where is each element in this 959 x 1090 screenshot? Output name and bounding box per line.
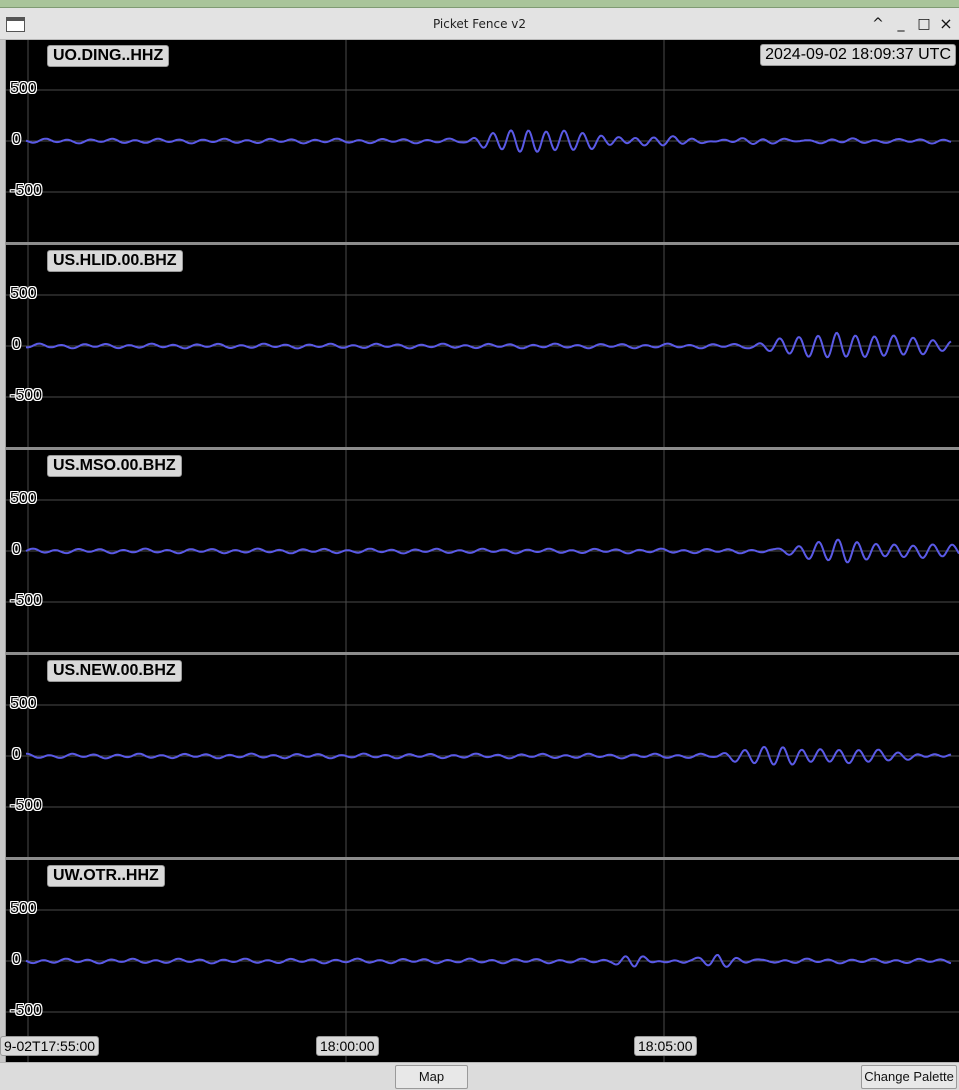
seismogram-plot bbox=[6, 450, 959, 652]
y-tick-label: -500 bbox=[10, 592, 43, 609]
close-icon[interactable]: × bbox=[937, 15, 955, 33]
map-button[interactable]: Map bbox=[395, 1065, 468, 1089]
minimize-icon[interactable]: _ bbox=[892, 15, 910, 33]
waveform-trace bbox=[25, 331, 952, 359]
station-label: US.MSO.00.BHZ bbox=[47, 455, 182, 477]
waveform-trace bbox=[25, 129, 952, 153]
station-label: US.NEW.00.BHZ bbox=[47, 660, 182, 682]
timestamp-label: 2024-09-02 18:09:37 UTC bbox=[760, 44, 956, 66]
seismogram-plot bbox=[6, 40, 959, 242]
y-tick-label: -500 bbox=[10, 182, 43, 199]
seismogram-panel: UO.DING..HHZ 500 0 -500 bbox=[6, 40, 959, 242]
seismogram-plot bbox=[6, 245, 959, 447]
x-tick-label: 18:05:00 bbox=[634, 1036, 697, 1056]
station-label: UW.OTR..HHZ bbox=[47, 865, 165, 887]
y-tick-label: 0 bbox=[12, 131, 21, 148]
bottom-toolbar: Map Change Palette bbox=[0, 1062, 959, 1090]
seismogram-panel: US.MSO.00.BHZ 500 0 -500 bbox=[6, 450, 959, 652]
y-tick-label: 0 bbox=[12, 336, 21, 353]
change-palette-button[interactable]: Change Palette bbox=[861, 1065, 957, 1089]
seismogram-panel: US.HLID.00.BHZ 500 0 -500 bbox=[6, 245, 959, 447]
plot-area: UW.OTR..HHZ 500 0 -500 US.NEW.00.BHZ 500 0 -500… bbox=[0, 40, 959, 1062]
y-tick-label: -500 bbox=[10, 1002, 43, 1019]
x-tick-label: 18:00:00 bbox=[316, 1036, 379, 1056]
seismogram-plot bbox=[6, 655, 959, 857]
y-tick-label: 500 bbox=[10, 900, 37, 917]
y-tick-label: 0 bbox=[12, 746, 21, 763]
y-tick-label: -500 bbox=[10, 797, 43, 814]
maximize-icon[interactable]: □ bbox=[915, 15, 933, 33]
y-tick-label: 500 bbox=[10, 490, 37, 507]
y-tick-label: 0 bbox=[12, 541, 21, 558]
seismogram-panel: US.NEW.00.BHZ 500 0 -500 bbox=[6, 655, 959, 857]
station-label: UO.DING..HHZ bbox=[47, 45, 170, 67]
y-tick-label: 500 bbox=[10, 695, 37, 712]
y-tick-label: -500 bbox=[10, 387, 43, 404]
y-tick-label: 0 bbox=[12, 951, 21, 968]
shade-icon[interactable]: ^ bbox=[869, 15, 887, 33]
title-bar: Picket Fence v2 ^ _ □ × bbox=[0, 8, 959, 40]
top-strip bbox=[0, 0, 959, 8]
x-tick-label: 9-02T17:55:00 bbox=[0, 1036, 100, 1056]
y-tick-label: 500 bbox=[10, 285, 37, 302]
station-label: US.HLID.00.BHZ bbox=[47, 250, 183, 272]
seismogram-plot bbox=[6, 860, 959, 1062]
window-title: Picket Fence v2 bbox=[432, 17, 527, 31]
seismogram-panel: UW.OTR..HHZ 500 0 -500 bbox=[6, 860, 959, 1062]
y-tick-label: 500 bbox=[10, 80, 37, 97]
